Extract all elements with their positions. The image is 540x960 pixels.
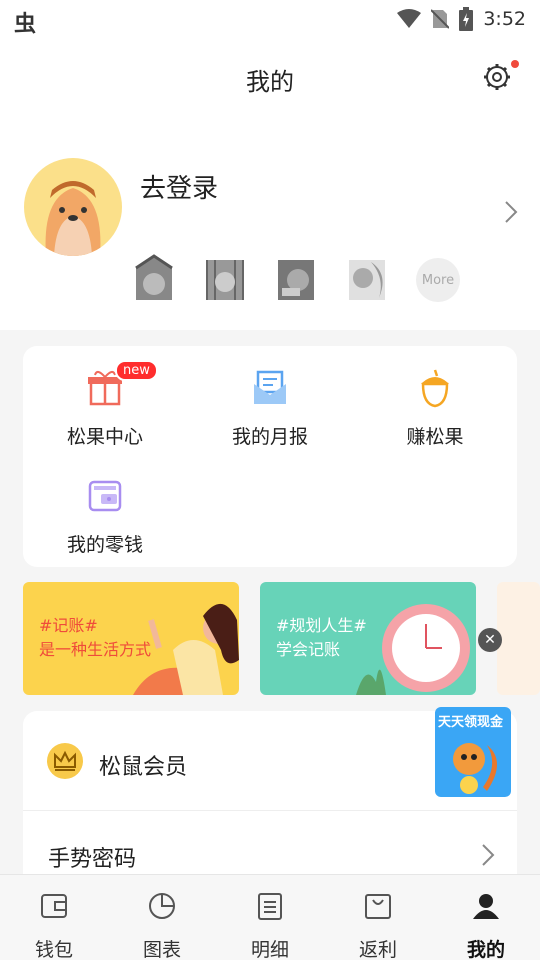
feature-earn-pinecones[interactable]: 赚松果 <box>353 368 517 449</box>
wallet-tab-icon <box>41 894 67 918</box>
gift-icon: new <box>85 360 158 408</box>
banner-line: #规划人生# <box>276 616 367 635</box>
feature-monthly-report[interactable]: 我的月报 <box>188 368 352 449</box>
new-badge: new <box>115 360 158 381</box>
clock-illustration-icon <box>356 604 470 695</box>
avatar[interactable] <box>24 158 122 256</box>
chevron-right-icon <box>505 201 518 223</box>
status-icons: 3:52 <box>397 7 526 31</box>
settings-button[interactable] <box>482 60 519 96</box>
bottom-tab-bar: 钱包 图表 明细 返利 我的 <box>0 874 540 960</box>
member-label: 松鼠会员 <box>99 755 188 780</box>
tab-chart[interactable]: 图表 <box>108 875 216 960</box>
member-card: 松鼠会员 天天领现金 手势密码 <box>23 707 517 876</box>
banner-bookkeeping[interactable]: #记账# 是一种生活方式 <box>23 582 239 695</box>
more-badges-button[interactable]: More <box>416 258 460 302</box>
login-link[interactable]: 去登录 <box>140 168 218 205</box>
battery-icon <box>459 7 474 31</box>
header: 我的 <box>0 38 540 118</box>
bag-tab-icon <box>365 894 391 919</box>
gear-icon <box>484 64 510 90</box>
banner-next-peek[interactable] <box>497 582 540 695</box>
badge-4-icon[interactable] <box>345 254 389 304</box>
member-row[interactable]: 松鼠会员 天天领现金 <box>23 707 517 811</box>
feature-card: new 松果中心 我的月报 赚松果 我的零钱 <box>23 346 517 567</box>
app-notification-icon: 虫 <box>14 12 37 37</box>
promo-text: 天天领现金 <box>438 715 504 730</box>
user-tab-icon <box>473 894 499 919</box>
tab-label: 返利 <box>358 939 397 960</box>
wifi-icon <box>397 9 422 28</box>
daily-cash-promo[interactable]: 天天领现金 <box>435 707 511 797</box>
badge-3-icon[interactable] <box>274 254 318 304</box>
feature-label: 我的月报 <box>231 426 308 448</box>
notification-dot <box>511 60 519 68</box>
chevron-right-icon <box>482 844 495 866</box>
list-tab-icon <box>258 893 282 920</box>
crown-icon <box>47 743 83 779</box>
acorn-icon <box>415 368 455 408</box>
tab-label: 钱包 <box>34 939 73 960</box>
feature-pinecone-center[interactable]: new 松果中心 <box>23 360 187 449</box>
tab-label: 明细 <box>250 939 289 960</box>
page-title: 我的 <box>246 68 294 96</box>
badge-1-icon[interactable] <box>132 254 176 304</box>
feature-my-change[interactable]: 我的零钱 <box>23 476 187 557</box>
feature-label: 松果中心 <box>66 426 143 448</box>
tab-label: 图表 <box>142 939 181 960</box>
chart-tab-icon <box>149 893 175 919</box>
squirrel-promo-icon <box>453 743 497 794</box>
woman-illustration-icon <box>133 603 239 695</box>
badge-row: More <box>132 254 460 304</box>
tab-rebate[interactable]: 返利 <box>324 875 432 960</box>
badge-2-icon[interactable] <box>203 254 247 304</box>
tab-details[interactable]: 明细 <box>216 875 324 960</box>
profile-section[interactable]: 去登录 More <box>0 118 540 330</box>
tab-wallet[interactable]: 钱包 <box>0 875 108 960</box>
feature-label: 我的零钱 <box>66 534 143 556</box>
no-sim-icon <box>431 9 450 29</box>
banner-line: 学会记账 <box>276 640 341 659</box>
close-banner-button[interactable]: ✕ <box>478 628 502 652</box>
report-icon <box>250 368 290 408</box>
status-time: 3:52 <box>483 8 526 30</box>
gesture-password-label[interactable]: 手势密码 <box>48 841 136 873</box>
tab-mine[interactable]: 我的 <box>432 875 540 960</box>
banner-plan-life[interactable]: #规划人生# 学会记账 <box>260 582 476 695</box>
wallet-icon <box>85 476 125 516</box>
banner-carousel[interactable]: #记账# 是一种生活方式 #规划人生# 学会记账 <box>0 582 540 695</box>
tab-label: 我的 <box>466 939 505 960</box>
status-bar: 虫 3:52 <box>0 0 540 38</box>
squirrel-avatar-icon <box>45 181 101 256</box>
feature-label: 赚松果 <box>406 426 464 448</box>
